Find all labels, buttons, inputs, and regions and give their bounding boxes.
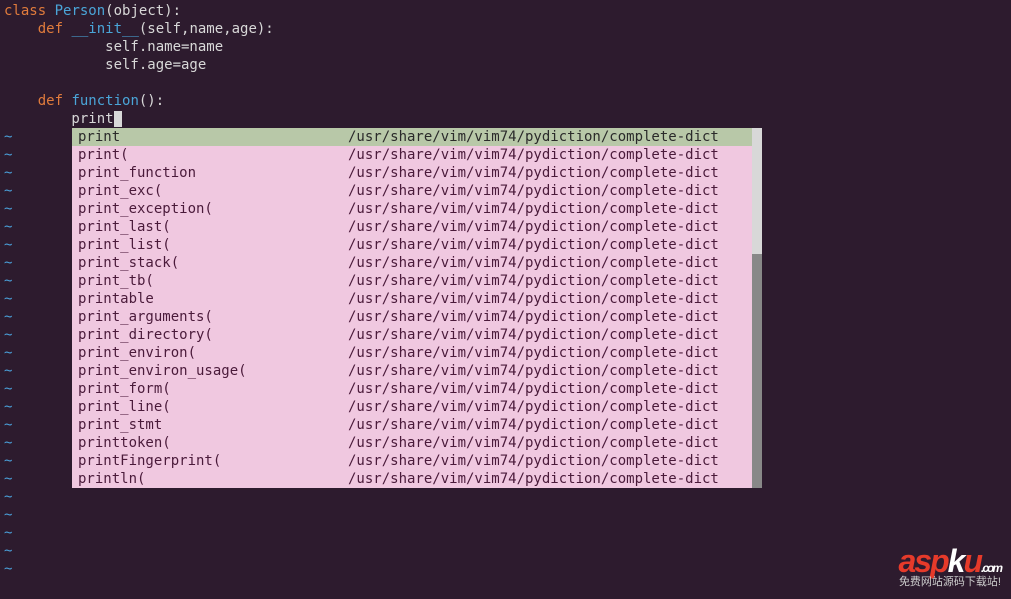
func-name: function xyxy=(63,93,139,109)
completion-item[interactable]: print_list(/usr/share/vim/vim74/pydictio… xyxy=(72,236,752,254)
completion-source: /usr/share/vim/vim74/pydiction/complete-… xyxy=(348,434,746,452)
completion-word: printable xyxy=(78,290,348,308)
keyword-def: def xyxy=(4,93,63,109)
completion-source: /usr/share/vim/vim74/pydiction/complete-… xyxy=(348,182,746,200)
completion-item[interactable]: print_exc(/usr/share/vim/vim74/pydiction… xyxy=(72,182,752,200)
completion-word: print_form( xyxy=(78,380,348,398)
completion-word: print_arguments( xyxy=(78,308,348,326)
code-line: print xyxy=(4,110,1007,128)
paren: (): xyxy=(139,93,164,109)
completion-source: /usr/share/vim/vim74/pydiction/complete-… xyxy=(348,362,746,380)
completion-source: /usr/share/vim/vim74/pydiction/complete-… xyxy=(348,236,746,254)
completion-word: printtoken( xyxy=(78,434,348,452)
completion-word: print_function xyxy=(78,164,348,182)
cursor xyxy=(114,111,122,127)
completion-item[interactable]: print(/usr/share/vim/vim74/pydiction/com… xyxy=(72,146,752,164)
completion-item[interactable]: printable/usr/share/vim/vim74/pydiction/… xyxy=(72,290,752,308)
completion-item[interactable]: printtoken(/usr/share/vim/vim74/pydictio… xyxy=(72,434,752,452)
completion-item[interactable]: print_directory(/usr/share/vim/vim74/pyd… xyxy=(72,326,752,344)
empty-buffer-line: ~ xyxy=(4,488,1007,506)
completion-source: /usr/share/vim/vim74/pydiction/complete-… xyxy=(348,398,746,416)
typed-text: print xyxy=(4,111,114,127)
completion-source: /usr/share/vim/vim74/pydiction/complete-… xyxy=(348,272,746,290)
completion-item[interactable]: print_line(/usr/share/vim/vim74/pydictio… xyxy=(72,398,752,416)
completion-word: print_last( xyxy=(78,218,348,236)
completion-item[interactable]: print_function/usr/share/vim/vim74/pydic… xyxy=(72,164,752,182)
completion-item[interactable]: printFingerprint(/usr/share/vim/vim74/py… xyxy=(72,452,752,470)
completion-source: /usr/share/vim/vim74/pydiction/complete-… xyxy=(348,146,746,164)
completion-source: /usr/share/vim/vim74/pydiction/complete-… xyxy=(348,452,746,470)
completion-word: print_stack( xyxy=(78,254,348,272)
empty-buffer-line: ~ xyxy=(4,542,1007,560)
completion-item[interactable]: print_last(/usr/share/vim/vim74/pydictio… xyxy=(72,218,752,236)
scrollbar-thumb[interactable] xyxy=(752,128,762,254)
completion-word: print_line( xyxy=(78,398,348,416)
empty-buffer-line: ~ xyxy=(4,560,1007,578)
watermark: aspku.com 免费网站源码下载站! xyxy=(899,552,1002,591)
completion-source: /usr/share/vim/vim74/pydiction/complete-… xyxy=(348,326,746,344)
completion-word: print_stmt xyxy=(78,416,348,434)
code-line: self.name=name xyxy=(4,38,1007,56)
completion-source: /usr/share/vim/vim74/pydiction/complete-… xyxy=(348,344,746,362)
completion-source: /usr/share/vim/vim74/pydiction/complete-… xyxy=(348,308,746,326)
class-name: Person xyxy=(46,3,105,19)
completion-item[interactable]: print_tb(/usr/share/vim/vim74/pydiction/… xyxy=(72,272,752,290)
keyword-def: def xyxy=(4,21,63,37)
empty-line xyxy=(4,74,1007,92)
completion-source: /usr/share/vim/vim74/pydiction/complete-… xyxy=(348,470,746,488)
completion-source: /usr/share/vim/vim74/pydiction/complete-… xyxy=(348,290,746,308)
code-line: def __init__(self,name,age): xyxy=(4,20,1007,38)
keyword-class: class xyxy=(4,3,46,19)
popup-scrollbar[interactable] xyxy=(752,128,762,488)
completion-item[interactable]: print/usr/share/vim/vim74/pydiction/comp… xyxy=(72,128,752,146)
completion-word: print_list( xyxy=(78,236,348,254)
completion-item[interactable]: print_form(/usr/share/vim/vim74/pydictio… xyxy=(72,380,752,398)
completion-source: /usr/share/vim/vim74/pydiction/complete-… xyxy=(348,128,746,146)
func-name: __init__ xyxy=(63,21,139,37)
code-line: class Person(object): xyxy=(4,2,1007,20)
empty-buffer-line: ~ xyxy=(4,524,1007,542)
completion-word: print_environ( xyxy=(78,344,348,362)
completion-item[interactable]: print_stack(/usr/share/vim/vim74/pydicti… xyxy=(72,254,752,272)
vim-editor[interactable]: class Person(object): def __init__(self,… xyxy=(0,0,1011,599)
completion-source: /usr/share/vim/vim74/pydiction/complete-… xyxy=(348,164,746,182)
code-line: def function(): xyxy=(4,92,1007,110)
watermark-subtitle: 免费网站源码下载站! xyxy=(899,573,1002,591)
completion-item[interactable]: print_arguments(/usr/share/vim/vim74/pyd… xyxy=(72,308,752,326)
completion-popup[interactable]: print/usr/share/vim/vim74/pydiction/comp… xyxy=(72,128,753,488)
completion-item[interactable]: print_environ(/usr/share/vim/vim74/pydic… xyxy=(72,344,752,362)
completion-source: /usr/share/vim/vim74/pydiction/complete-… xyxy=(348,218,746,236)
completion-word: println( xyxy=(78,470,348,488)
completion-source: /usr/share/vim/vim74/pydiction/complete-… xyxy=(348,200,746,218)
completion-item[interactable]: print_exception(/usr/share/vim/vim74/pyd… xyxy=(72,200,752,218)
completion-item[interactable]: print_stmt/usr/share/vim/vim74/pydiction… xyxy=(72,416,752,434)
paren: (self,name,age): xyxy=(139,21,274,37)
completion-source: /usr/share/vim/vim74/pydiction/complete-… xyxy=(348,380,746,398)
paren: (object): xyxy=(105,3,181,19)
completion-word: print_environ_usage( xyxy=(78,362,348,380)
completion-word: print_exception( xyxy=(78,200,348,218)
completion-word: print xyxy=(78,128,348,146)
completion-item[interactable]: println(/usr/share/vim/vim74/pydiction/c… xyxy=(72,470,752,488)
completion-word: print_tb( xyxy=(78,272,348,290)
empty-buffer-line: ~ xyxy=(4,506,1007,524)
code-line: self.age=age xyxy=(4,56,1007,74)
completion-source: /usr/share/vim/vim74/pydiction/complete-… xyxy=(348,416,746,434)
completion-source: /usr/share/vim/vim74/pydiction/complete-… xyxy=(348,254,746,272)
completion-item[interactable]: print_environ_usage(/usr/share/vim/vim74… xyxy=(72,362,752,380)
completion-word: print_exc( xyxy=(78,182,348,200)
completion-word: print( xyxy=(78,146,348,164)
completion-word: printFingerprint( xyxy=(78,452,348,470)
completion-word: print_directory( xyxy=(78,326,348,344)
